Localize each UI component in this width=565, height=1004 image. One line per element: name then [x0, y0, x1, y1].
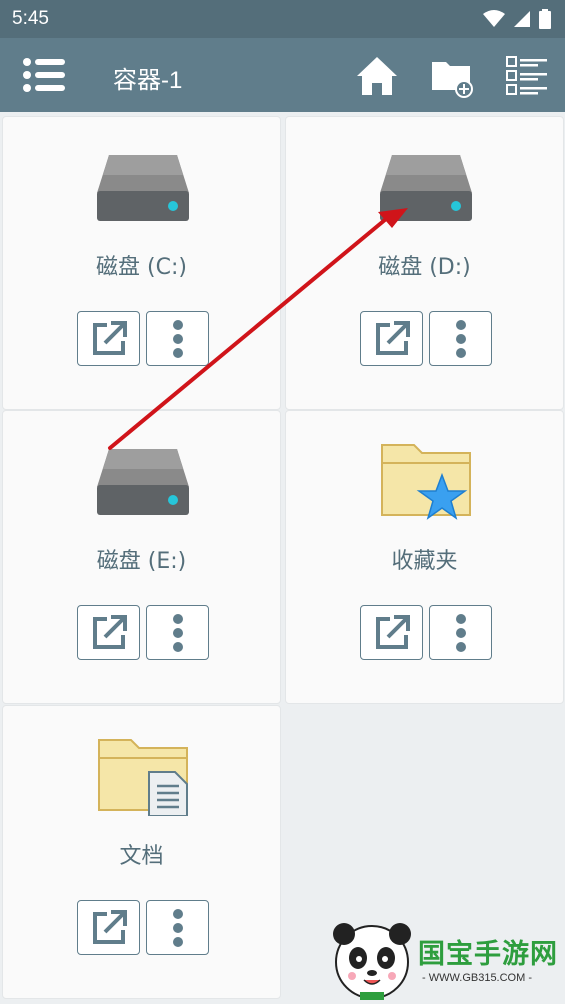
app-bar: 容器-1	[0, 38, 565, 112]
watermark-url: - WWW.GB315.COM -	[422, 972, 532, 984]
watermark: 国宝手游网 - WWW.GB315.COM -	[330, 918, 560, 1000]
wifi-icon	[483, 10, 505, 27]
status-icons	[483, 9, 551, 29]
status-bar: 5:45	[0, 0, 565, 38]
favorites-folder-icon	[381, 444, 471, 520]
page-title: 容器-1	[113, 67, 183, 94]
status-time: 5:45	[12, 8, 49, 29]
more-button[interactable]	[146, 311, 209, 366]
hard-drive-icon	[380, 155, 472, 221]
hard-drive-icon	[97, 155, 189, 221]
more-vertical-icon	[455, 613, 466, 652]
open-external-icon	[92, 614, 127, 649]
more-vertical-icon	[172, 613, 183, 652]
battery-icon	[539, 9, 551, 29]
open-button[interactable]	[360, 311, 423, 366]
home-icon[interactable]	[355, 54, 399, 98]
watermark-text: 国宝手游网	[418, 939, 558, 970]
open-external-icon	[375, 320, 410, 355]
more-button[interactable]	[429, 311, 492, 366]
signal-icon	[514, 11, 530, 27]
card-label: 磁盘 (D:)	[378, 255, 471, 280]
card-drive-e[interactable]: 磁盘 (E:)	[2, 410, 281, 704]
panda-logo-icon	[333, 923, 411, 1000]
card-drive-c[interactable]: 磁盘 (C:)	[2, 116, 281, 410]
more-button[interactable]	[146, 900, 209, 955]
more-vertical-icon	[172, 319, 183, 358]
open-button[interactable]	[77, 900, 140, 955]
open-external-icon	[375, 614, 410, 649]
hard-drive-icon	[97, 449, 189, 515]
card-favorites[interactable]: 收藏夹	[285, 410, 564, 704]
card-label: 收藏夹	[391, 549, 458, 574]
more-button[interactable]	[146, 605, 209, 660]
card-label: 磁盘 (C:)	[96, 255, 187, 280]
menu-icon[interactable]	[22, 56, 66, 94]
card-label: 文档	[119, 844, 164, 869]
card-drive-d[interactable]: 磁盘 (D:)	[285, 116, 564, 410]
open-button[interactable]	[77, 605, 140, 660]
more-button[interactable]	[429, 605, 492, 660]
more-vertical-icon	[455, 319, 466, 358]
card-label: 磁盘 (E:)	[96, 549, 187, 574]
more-vertical-icon	[172, 908, 183, 947]
checklist-icon[interactable]	[505, 54, 549, 98]
new-folder-icon[interactable]	[430, 54, 474, 98]
open-button[interactable]	[77, 311, 140, 366]
card-documents[interactable]: 文档	[2, 705, 281, 999]
open-external-icon	[92, 909, 127, 944]
open-button[interactable]	[360, 605, 423, 660]
open-external-icon	[92, 320, 127, 355]
documents-folder-icon	[98, 739, 188, 816]
